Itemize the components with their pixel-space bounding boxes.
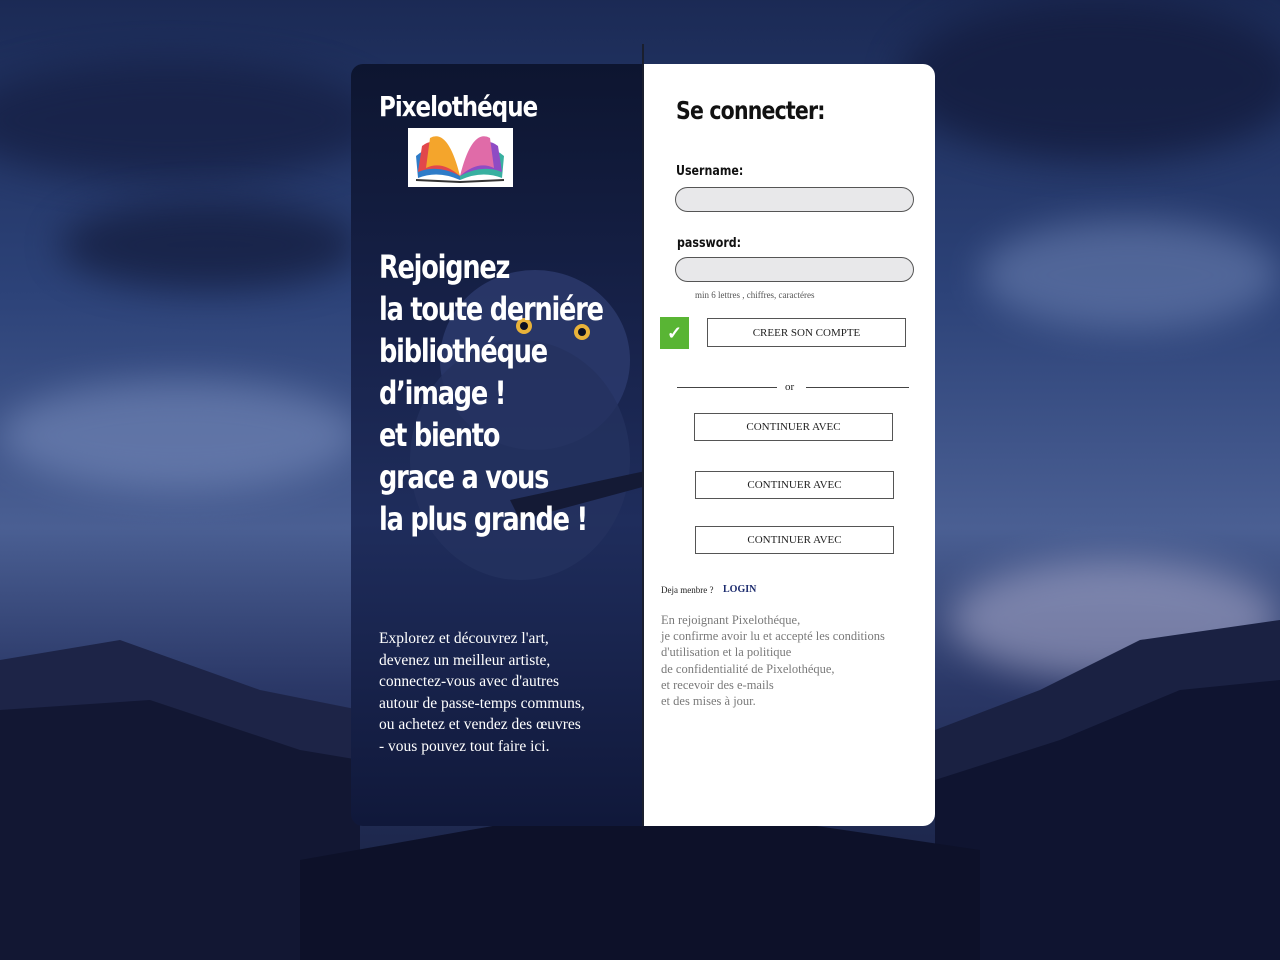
panel-divider	[642, 44, 644, 826]
separator-line	[677, 387, 777, 388]
continue-with-button[interactable]: CONTINUER AVEC	[694, 413, 893, 441]
password-input[interactable]	[675, 257, 914, 282]
description-line: ou achetez et vendez des œuvres	[379, 716, 581, 733]
username-input[interactable]	[675, 187, 914, 212]
open-book-icon	[415, 136, 505, 184]
headline-line: la plus grande !	[379, 500, 588, 538]
headline-line: Rejoignez	[379, 248, 510, 286]
description-line: devenez un meilleur artiste,	[379, 651, 551, 669]
continue-with-button[interactable]: CONTINUER AVEC	[695, 526, 894, 554]
headline-line: la toute derniére	[379, 290, 604, 328]
brand-name: Pixelothéque	[379, 90, 538, 123]
cloud	[60, 200, 360, 290]
description-line: autour de passe-temps communs,	[379, 694, 585, 712]
form-title: Se connecter:	[676, 96, 825, 125]
cloud	[980, 220, 1280, 330]
checkmark-icon: ✓	[666, 322, 683, 343]
legal-line: et des mises à jour.	[661, 694, 756, 709]
headline-line: et biento	[379, 416, 500, 454]
or-text: or	[785, 381, 795, 393]
cloud	[900, 0, 1280, 160]
brand-logo	[408, 128, 513, 187]
legal-line: et recevoir des e-mails	[661, 677, 774, 692]
hero-description: Explorez et découvrez l'art, devenez un …	[379, 628, 649, 757]
member-text: Deja menbre ?	[661, 585, 714, 595]
create-account-button[interactable]: CREER SON COMPTE	[707, 318, 906, 347]
password-hint: min 6 lettres , chiffres, caractéres	[695, 290, 815, 300]
description-line: Explorez et découvrez l'art,	[379, 630, 549, 647]
continue-with-button[interactable]: CONTINUER AVEC	[695, 471, 894, 499]
description-line: connectez-vous avec d'autres	[379, 673, 560, 690]
legal-text: En rejoignant Pixelothéque, je confirme …	[661, 612, 931, 709]
legal-line: je confirme avoir lu et accepté les cond…	[661, 629, 885, 644]
headline-line: bibliothéque	[379, 332, 548, 370]
hero-headline: Rejoignez la toute derniére bibliothéque…	[379, 246, 635, 540]
separator-line	[806, 387, 909, 388]
login-link[interactable]: LOGIN	[723, 584, 756, 595]
cloud	[0, 60, 380, 180]
description-line: - vous pouvez tout faire ici.	[379, 737, 550, 755]
legal-line: de confidentialité de Pixelothéque,	[661, 661, 835, 676]
legal-line: En rejoignant Pixelothéque,	[661, 613, 801, 627]
headline-line: grace a vous	[379, 458, 549, 496]
terms-checkbox[interactable]: ✓	[660, 317, 689, 349]
legal-line: d'utilisation et la politique	[661, 645, 792, 660]
cloud	[0, 380, 360, 490]
headline-line: d’image !	[379, 374, 506, 412]
username-label: Username:	[676, 164, 744, 179]
password-label: password:	[677, 236, 742, 251]
